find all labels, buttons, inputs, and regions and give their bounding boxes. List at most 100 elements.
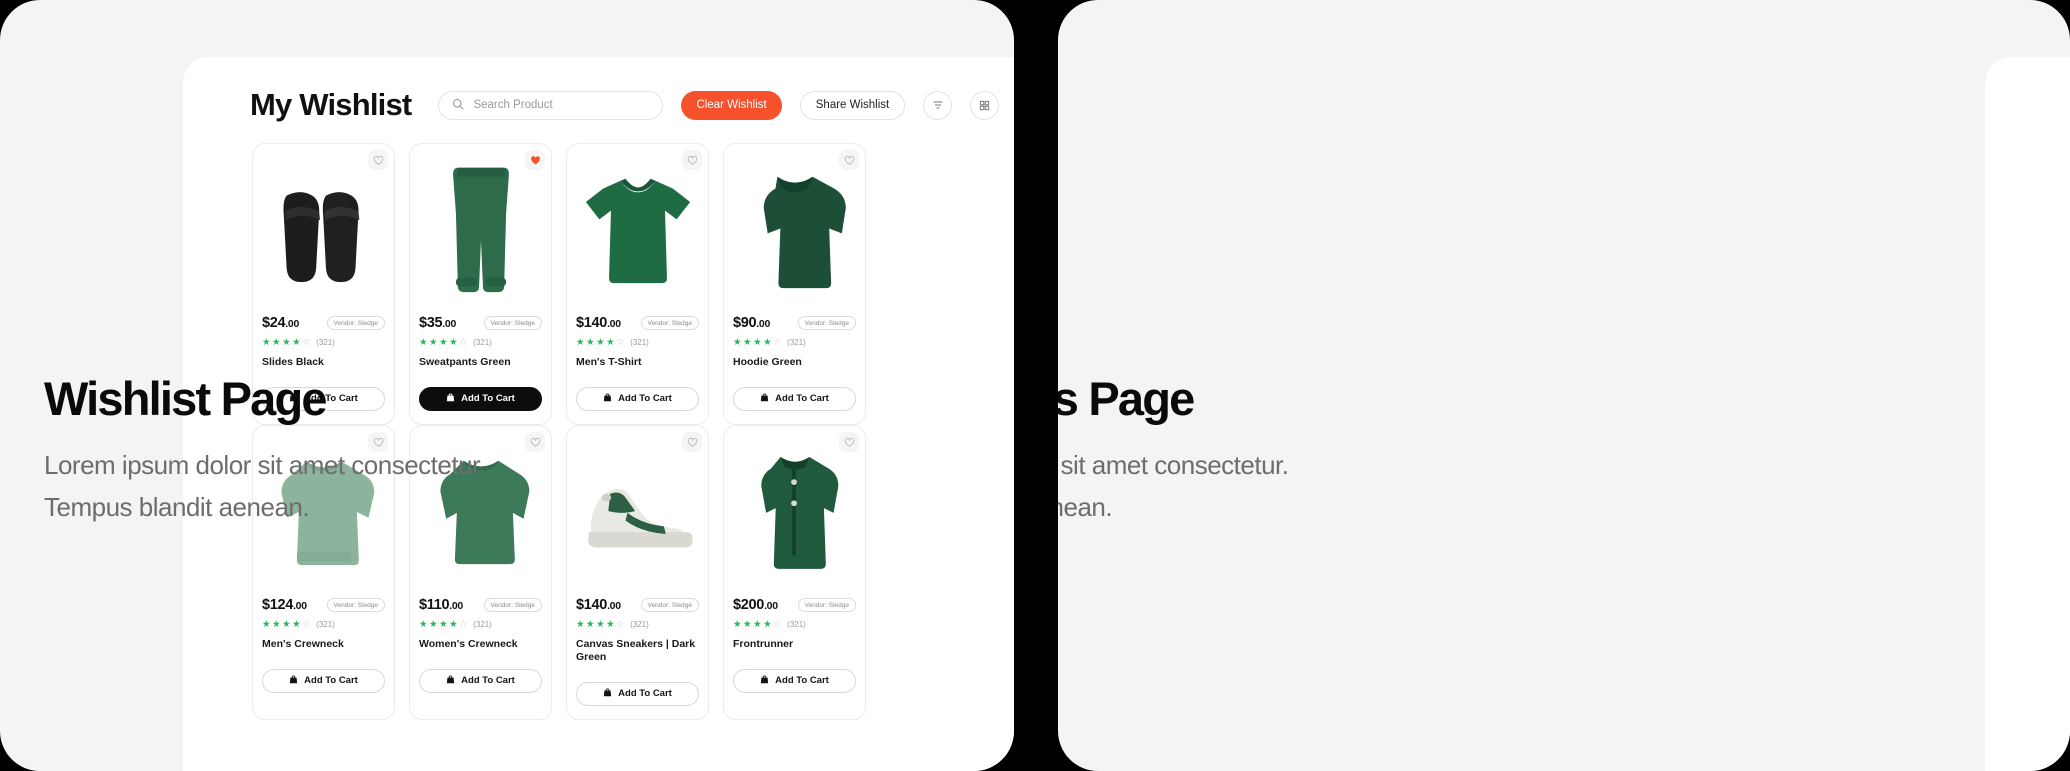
- product-name: Canvas Sneakers | Dark Green: [576, 637, 696, 663]
- star-icon: ★: [262, 337, 271, 348]
- share-wishlist-button[interactable]: Share Wishlist: [799, 90, 906, 120]
- filter-button[interactable]: [923, 90, 953, 120]
- product-price: $24.00: [262, 315, 299, 331]
- wishlist-product-grid-row1: $24.00 Vendor: Sledge ★ ★ ★ ★ ☆ (321) Slides …: [252, 143, 866, 425]
- product-name: Men's Crewneck: [262, 637, 344, 650]
- product-name: Men's T-Shirt: [576, 355, 642, 368]
- vendor-badge: Vendor: Sledge: [797, 598, 856, 612]
- add-to-cart-button[interactable]: Add To Cart: [733, 386, 856, 411]
- star-icon: ★: [743, 619, 752, 630]
- star-icon: ★: [449, 337, 458, 348]
- add-to-cart-label: Add To Cart: [775, 393, 829, 405]
- product-card[interactable]: $35.00 Vendor: Sledge ★ ★ ★ ★ ☆ (321) Sweatpa…: [409, 143, 552, 425]
- star-icon: ☆: [459, 619, 468, 630]
- heart-filled-icon[interactable]: [525, 150, 545, 170]
- overlay-subtitle-line2: Tempus blandit aenean.: [1058, 492, 1113, 523]
- product-card[interactable]: $140.00 Vendor: Sledge ★ ★ ★ ★ ☆ (321) Canvas…: [566, 425, 709, 720]
- product-image: [262, 153, 385, 305]
- screenshot-stage: My Wishlist Search Product Clear Wishlis…: [0, 0, 2070, 771]
- product-image: [262, 435, 385, 587]
- wishlist-panel: My Wishlist Search Product Clear Wishlis…: [0, 0, 1014, 771]
- star-icon: ★: [596, 337, 605, 348]
- grid-view-button[interactable]: [970, 90, 1000, 120]
- product-card[interactable]: $24.00 Vendor: Sledge ★ ★ ★ ★ ☆ (321) Slides …: [252, 143, 395, 425]
- star-icon: ★: [753, 337, 762, 348]
- add-to-cart-button[interactable]: Add To Cart: [576, 681, 699, 706]
- bag-icon: [289, 393, 298, 405]
- add-to-cart-label: Add To Cart: [461, 393, 515, 405]
- add-to-cart-label: Add To Cart: [618, 688, 672, 700]
- star-icon: ☆: [302, 619, 311, 630]
- product-card[interactable]: $110.00 Vendor: Sledge ★ ★ ★ ★ ☆ (321) Women'…: [409, 425, 552, 720]
- star-icon: ☆: [459, 337, 468, 348]
- heart-outline-icon[interactable]: [839, 432, 859, 452]
- star-icon: ★: [272, 619, 281, 630]
- bag-icon: [760, 393, 769, 405]
- heart-outline-icon[interactable]: [839, 150, 859, 170]
- add-to-cart-button[interactable]: Add To Cart: [262, 668, 385, 693]
- contact-panel: Brooklyn Simmons “Sed at vitae viverra v…: [1058, 0, 2070, 771]
- star-icon: ★: [439, 337, 448, 348]
- vendor-badge: Vendor: Sledge: [483, 316, 542, 330]
- heart-outline-icon[interactable]: [682, 150, 702, 170]
- add-to-cart-label: Add To Cart: [461, 675, 515, 687]
- star-icon: ★: [282, 337, 291, 348]
- star-icon: ★: [576, 619, 585, 630]
- overlay-subtitle-line1: Lorem ipsum dolor sit amet consectetur.: [1058, 450, 1289, 480]
- add-to-cart-button[interactable]: Add To Cart: [733, 668, 856, 693]
- star-icon: ☆: [616, 619, 625, 630]
- wishlist-card: My Wishlist Search Product Clear Wishlis…: [183, 57, 1014, 771]
- product-rating: ★ ★ ★ ★ ☆ (321): [733, 338, 856, 348]
- rating-count: (321): [473, 620, 492, 630]
- product-price-row: $124.00 Vendor: Sledge: [262, 597, 385, 613]
- product-card[interactable]: $90.00 Vendor: Sledge ★ ★ ★ ★ ☆ (321) Hoodie …: [723, 143, 866, 425]
- star-icon: ☆: [773, 337, 782, 348]
- star-icon: ★: [763, 619, 772, 630]
- product-price-row: $200.00 Vendor: Sledge: [733, 597, 856, 613]
- vendor-badge: Vendor: Sledge: [797, 316, 856, 330]
- heart-outline-icon[interactable]: [682, 432, 702, 452]
- add-to-cart-button[interactable]: Add To Cart: [419, 668, 542, 693]
- clear-wishlist-button[interactable]: Clear Wishlist: [681, 90, 782, 120]
- vendor-badge: Vendor: Sledge: [640, 598, 699, 612]
- rating-count: (321): [473, 338, 492, 348]
- add-to-cart-label: Add To Cart: [775, 675, 829, 687]
- product-price-row: $24.00 Vendor: Sledge: [262, 315, 385, 331]
- product-card[interactable]: $124.00 Vendor: Sledge ★ ★ ★ ★ ☆ (321) Men's …: [252, 425, 395, 720]
- search-input[interactable]: Search Product: [438, 90, 664, 120]
- star-icon: ☆: [616, 337, 625, 348]
- star-icon: ★: [272, 337, 281, 348]
- product-price-row: $140.00 Vendor: Sledge: [576, 597, 699, 613]
- product-name: Slides Black: [262, 355, 324, 368]
- product-rating: ★ ★ ★ ★ ☆ (321): [733, 620, 856, 630]
- star-icon: ★: [586, 337, 595, 348]
- product-image: [576, 153, 699, 305]
- product-price-row: $35.00 Vendor: Sledge: [419, 315, 542, 331]
- product-card[interactable]: $140.00 Vendor: Sledge ★ ★ ★ ★ ☆ (321) Men's …: [566, 143, 709, 425]
- contact-card: Brooklyn Simmons “Sed at vitae viverra v…: [1985, 57, 2070, 771]
- page-title: My Wishlist: [250, 87, 412, 122]
- vendor-badge: Vendor: Sledge: [326, 316, 385, 330]
- add-to-cart-button[interactable]: Add To Cart: [262, 386, 385, 411]
- heart-outline-icon[interactable]: [525, 432, 545, 452]
- add-to-cart-button[interactable]: Add To Cart: [419, 386, 542, 411]
- star-icon: ☆: [302, 337, 311, 348]
- star-icon: ★: [292, 337, 301, 348]
- product-price: $200.00: [733, 597, 778, 613]
- add-to-cart-button[interactable]: Add To Cart: [576, 386, 699, 411]
- heart-outline-icon[interactable]: [368, 432, 388, 452]
- star-icon: ★: [586, 619, 595, 630]
- overlay-title: Contact Us Page: [1058, 372, 1195, 425]
- star-icon: ★: [743, 337, 752, 348]
- rating-count: (321): [787, 338, 806, 348]
- star-icon: ★: [429, 619, 438, 630]
- star-icon: ★: [606, 619, 615, 630]
- product-price: $35.00: [419, 315, 456, 331]
- bag-icon: [446, 675, 455, 687]
- heart-outline-icon[interactable]: [368, 150, 388, 170]
- product-card[interactable]: $200.00 Vendor: Sledge ★ ★ ★ ★ ☆ (321) Frontr…: [723, 425, 866, 720]
- rating-count: (321): [630, 620, 649, 630]
- product-name: Sweatpants Green: [419, 355, 511, 368]
- star-icon: ★: [606, 337, 615, 348]
- product-name: Frontrunner: [733, 637, 794, 650]
